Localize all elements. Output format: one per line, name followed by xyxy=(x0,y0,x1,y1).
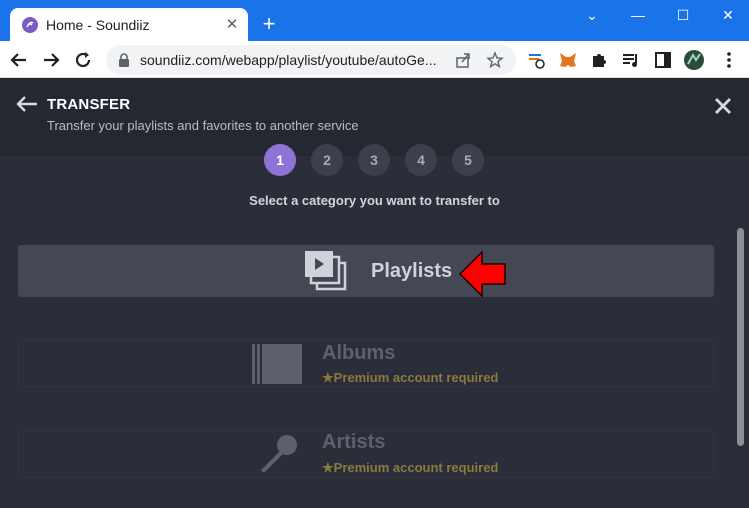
browser-tab-bar: Home - Soundiiz ✕ + ⌄ — ☐ ✕ xyxy=(0,0,749,43)
category-playlists[interactable]: Playlists xyxy=(18,245,714,297)
share-icon[interactable] xyxy=(454,51,472,69)
media-control-icon[interactable] xyxy=(620,49,642,71)
step-5: 5 xyxy=(452,144,484,176)
instruction-text: Select a category you want to transfer t… xyxy=(249,193,500,208)
browser-toolbar: soundiiz.com/webapp/playlist/youtube/aut… xyxy=(0,41,749,78)
maximize-button[interactable]: ☐ xyxy=(663,4,703,26)
url-text[interactable]: soundiiz.com/webapp/playlist/youtube/aut… xyxy=(140,52,440,68)
star-icon: ★ xyxy=(322,370,334,385)
metamask-icon[interactable] xyxy=(557,49,579,71)
reload-icon[interactable] xyxy=(70,47,96,73)
transfer-page: TRANSFER Transfer your playlists and fav… xyxy=(0,78,749,508)
premium-text: Premium account required xyxy=(333,460,499,475)
side-panel-icon[interactable] xyxy=(652,49,674,71)
tab-title: Home - Soundiiz xyxy=(46,17,150,33)
close-icon[interactable] xyxy=(714,97,732,120)
albums-premium-notice: ★Premium account required xyxy=(322,370,498,386)
tab-search-icon[interactable]: ⌄ xyxy=(572,4,612,26)
address-bar[interactable]: soundiiz.com/webapp/playlist/youtube/aut… xyxy=(106,45,516,75)
playlists-icon xyxy=(305,251,347,296)
albums-label: Albums xyxy=(322,342,396,364)
minimize-button[interactable]: — xyxy=(618,4,658,26)
step-3: 3 xyxy=(358,144,390,176)
forward-icon[interactable] xyxy=(38,47,64,73)
step-1: 1 xyxy=(264,144,296,176)
scrollbar[interactable] xyxy=(737,228,744,446)
extension-icon[interactable] xyxy=(526,49,548,71)
page-subtitle: Transfer your playlists and favorites to… xyxy=(47,118,359,133)
artists-label: Artists xyxy=(322,431,386,453)
new-tab-button[interactable]: + xyxy=(258,13,280,35)
category-albums[interactable]: Albums ★Premium account required xyxy=(18,339,714,387)
tab-close-icon[interactable]: ✕ xyxy=(224,17,240,33)
category-artists[interactable]: Artists ★Premium account required xyxy=(18,430,714,478)
browser-tab[interactable]: Home - Soundiiz ✕ xyxy=(10,8,248,43)
soundiiz-favicon-icon xyxy=(22,17,38,33)
lock-icon[interactable] xyxy=(118,53,130,72)
star-icon: ★ xyxy=(322,460,334,475)
window-close-button[interactable]: ✕ xyxy=(708,4,748,26)
stepper: 1 2 3 4 5 xyxy=(0,144,749,176)
microphone-icon xyxy=(257,433,301,482)
profile-avatar[interactable] xyxy=(683,49,705,71)
browser-menu-icon[interactable] xyxy=(718,49,740,71)
step-4: 4 xyxy=(405,144,437,176)
step-2: 2 xyxy=(311,144,343,176)
red-arrow-annotation-icon xyxy=(458,250,508,303)
extensions-puzzle-icon[interactable] xyxy=(589,49,611,71)
bookmark-star-icon[interactable] xyxy=(486,51,504,69)
back-icon[interactable] xyxy=(6,47,32,73)
albums-icon xyxy=(252,344,302,389)
back-arrow-icon[interactable] xyxy=(16,95,38,118)
artists-premium-notice: ★Premium account required xyxy=(322,460,498,476)
playlists-label: Playlists xyxy=(371,260,453,282)
premium-text: Premium account required xyxy=(333,370,499,385)
page-title: TRANSFER xyxy=(47,96,131,113)
